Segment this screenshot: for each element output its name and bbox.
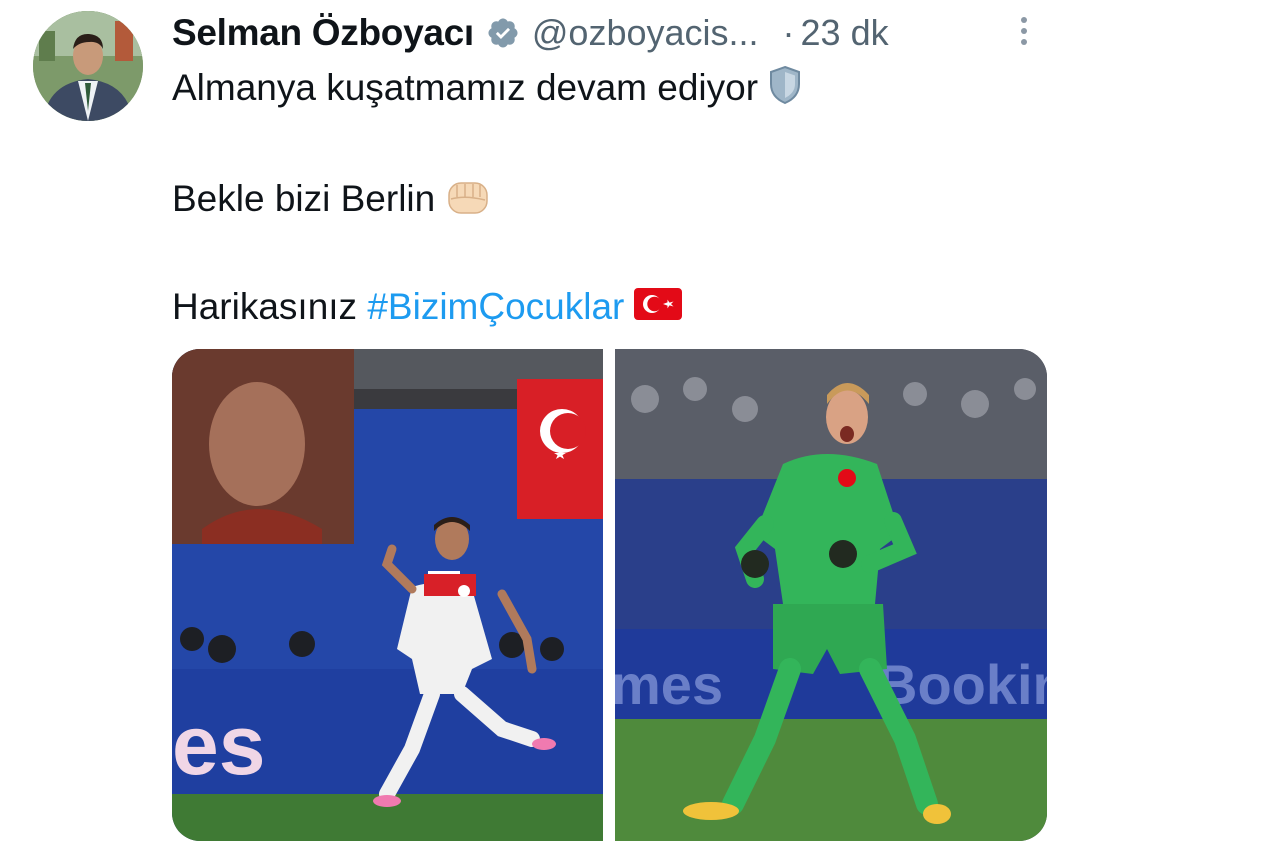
author-avatar[interactable] <box>33 11 143 121</box>
author-handle[interactable]: @ozboyacis... <box>532 12 759 54</box>
photo-right[interactable]: mes Booking <box>615 349 1047 841</box>
hashtag-link[interactable]: #BizimÇocuklar <box>367 286 624 327</box>
left-banner-text: es <box>172 698 265 792</box>
separator-dot: · <box>782 12 795 53</box>
photo-right-image: mes Booking <box>615 349 1047 841</box>
tweet-text: Almanya kuşatmamız devam ediyor <box>172 66 759 108</box>
author-name[interactable]: Selman Özboyacı <box>172 12 474 54</box>
tweet-timestamp[interactable]: 23 dk <box>801 12 889 54</box>
right-banner-text-1: mes <box>615 653 723 716</box>
more-vertical-icon[interactable] <box>1010 12 1038 56</box>
tweet-text-line-3: Harikasınız #BizimÇocuklar <box>172 285 683 332</box>
tweet-text-line-2: Bekle bizi Berlin <box>172 175 491 227</box>
turkey-flag-emoji <box>634 286 683 332</box>
verified-badge-icon <box>486 16 520 50</box>
tweet-media-grid: es mes Booking <box>172 349 1047 841</box>
avatar-image <box>33 11 143 121</box>
tweet-text-line-1: Almanya kuşatmamız devam ediyor <box>172 65 802 115</box>
right-banner-text-2: Booking <box>877 653 1047 716</box>
photo-left-image: es <box>172 349 603 841</box>
tweet-text: Bekle bizi Berlin <box>172 177 436 219</box>
tweet-header: Selman Özboyacı @ozboyacis... · 23 dk <box>172 8 1252 58</box>
photo-left[interactable]: es <box>172 349 603 841</box>
tweet-text: Harikasınız <box>172 286 368 327</box>
fist-emoji <box>445 175 491 227</box>
shield-emoji <box>768 65 802 115</box>
